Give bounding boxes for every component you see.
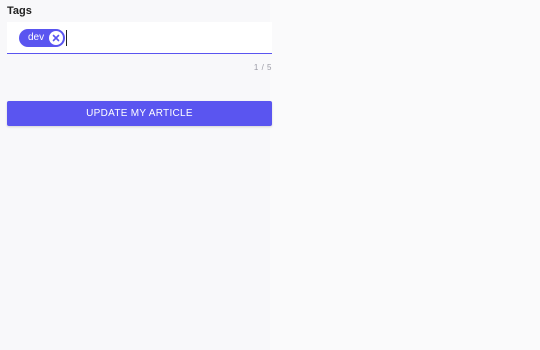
tags-counter: 1 / 5 [253, 63, 272, 72]
tag-chip-label: dev [28, 32, 45, 43]
close-circle-icon[interactable] [49, 31, 63, 45]
tags-input-field[interactable]: dev [7, 22, 272, 54]
tag-chip-dev[interactable]: dev [19, 29, 65, 47]
text-caret [66, 30, 67, 46]
tags-label: Tags [7, 5, 32, 17]
update-article-button[interactable]: UPDATE MY ARTICLE [7, 101, 272, 126]
article-edit-page: Tags dev 1 / 5 UPDATE MY ARTICLE [0, 0, 540, 350]
right-panel-background [270, 0, 540, 350]
